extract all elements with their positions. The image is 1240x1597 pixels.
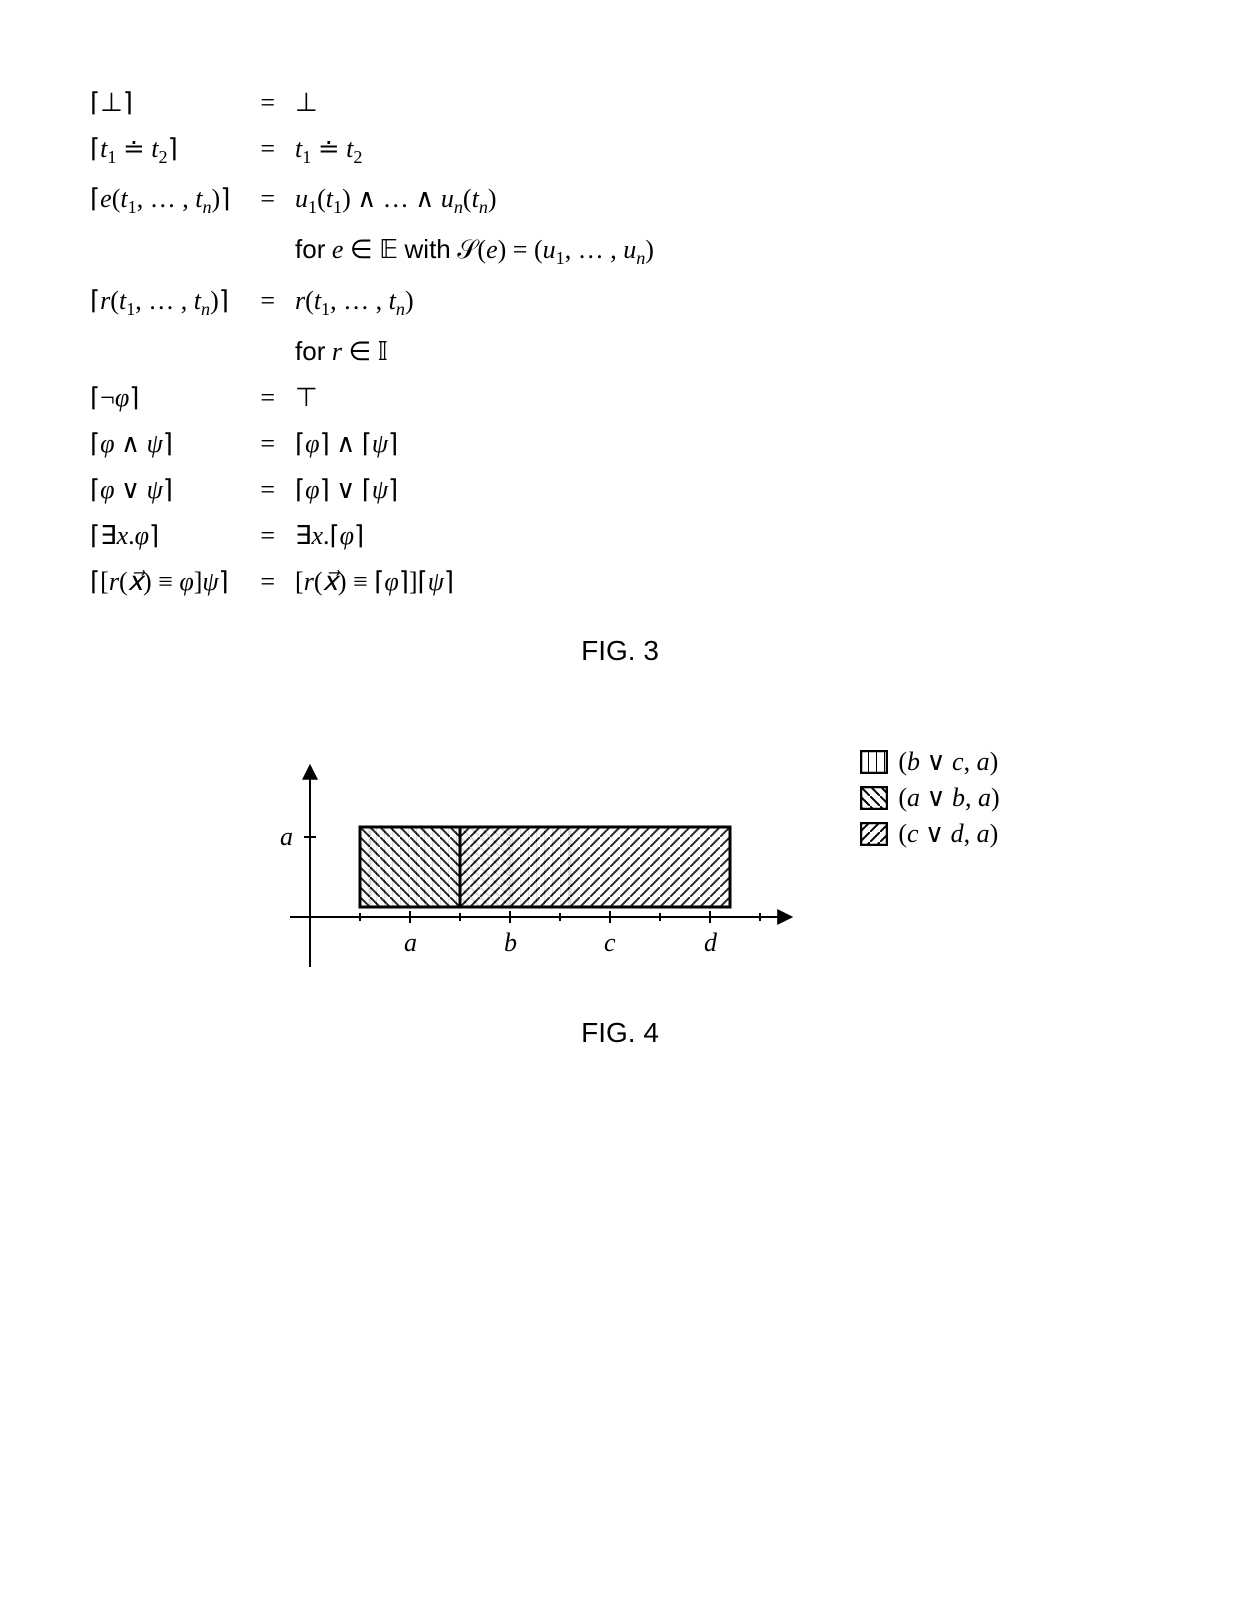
legend-item: (c ∨ d, a): [860, 819, 999, 849]
equation-rhs: ⌈φ⌉ ∨ ⌈ψ⌉: [295, 467, 664, 513]
equals-sign: =: [240, 80, 295, 126]
equation-lhs: ⌈e(t1, … , tn)⌉: [90, 176, 240, 226]
figure-3-caption: FIG. 3: [90, 635, 1150, 667]
equals-sign: =: [240, 467, 295, 513]
chart-svg: a a b c d: [240, 747, 800, 997]
equals-sign: =: [240, 559, 295, 605]
x-tick-label: d: [704, 928, 718, 957]
equation-row: ⌈φ ∨ ψ⌉=⌈φ⌉ ∨ ⌈ψ⌉: [90, 467, 664, 513]
legend: (b ∨ c, a) (a ∨ b, a) (c ∨ d, a): [860, 747, 999, 855]
legend-item: (b ∨ c, a): [860, 747, 999, 777]
figure-4-caption: FIG. 4: [90, 1017, 1150, 1049]
equation-row: ⌈∃x.φ⌉=∃x.⌈φ⌉: [90, 513, 664, 559]
equation-row: ⌈¬φ⌉=⊤: [90, 375, 664, 421]
equation-rhs: ⊥: [295, 80, 664, 126]
y-axis-label: a: [280, 822, 293, 851]
equation-lhs: ⌈∃x.φ⌉: [90, 513, 240, 559]
x-tick-label: c: [604, 928, 616, 957]
equation-row: for r ∈ 𝕀: [90, 328, 664, 375]
legend-label: (b ∨ c, a): [898, 747, 998, 777]
equation-lhs: ⌈t1 ≐ t2⌉: [90, 126, 240, 176]
equation-rhs: [r(x⃗) ≡ ⌈φ⌉]⌈ψ⌉: [295, 559, 664, 605]
x-tick-label: a: [404, 928, 417, 957]
equals-sign: =: [240, 421, 295, 467]
equation-rhs: ⊤: [295, 375, 664, 421]
equation-lhs: ⌈¬φ⌉: [90, 375, 240, 421]
equation-lhs: ⌈⊥⌉: [90, 80, 240, 126]
equation-table: ⌈⊥⌉=⊥⌈t1 ≐ t2⌉=t1 ≐ t2⌈e(t1, … , tn)⌉=u1…: [90, 80, 664, 605]
legend-swatch: [860, 750, 888, 774]
equation-rhs: ∃x.⌈φ⌉: [295, 513, 664, 559]
equation-rhs: u1(t1) ∧ … ∧ un(tn): [295, 176, 664, 226]
legend-swatch: [860, 822, 888, 846]
equals-sign: =: [240, 375, 295, 421]
equation-rhs: ⌈φ⌉ ∧ ⌈ψ⌉: [295, 421, 664, 467]
equation-lhs: [90, 226, 240, 277]
equation-rhs: for e ∈ 𝔼 with 𝒮(e) = (u1, … , un): [295, 226, 664, 277]
equation-lhs: ⌈φ ∧ ψ⌉: [90, 421, 240, 467]
equation-rhs: t1 ≐ t2: [295, 126, 664, 176]
equation-row: for e ∈ 𝔼 with 𝒮(e) = (u1, … , un): [90, 226, 664, 277]
equation-rhs: r(t1, … , tn): [295, 278, 664, 328]
equation-row: ⌈t1 ≐ t2⌉=t1 ≐ t2: [90, 126, 664, 176]
equation-row: ⌈e(t1, … , tn)⌉=u1(t1) ∧ … ∧ un(tn): [90, 176, 664, 226]
equals-sign: [240, 226, 295, 277]
equation-lhs: [90, 328, 240, 375]
equation-rhs: for r ∈ 𝕀: [295, 328, 664, 375]
equation-lhs: ⌈r(t1, … , tn)⌉: [90, 278, 240, 328]
equation-lhs: ⌈φ ∨ ψ⌉: [90, 467, 240, 513]
equation-row: ⌈⊥⌉=⊥: [90, 80, 664, 126]
equation-row: ⌈[r(x⃗) ≡ φ]ψ⌉=[r(x⃗) ≡ ⌈φ⌉]⌈ψ⌉: [90, 559, 664, 605]
legend-label: (c ∨ d, a): [898, 819, 998, 849]
figure-4-chart: a a b c d (b ∨ c, a) (a ∨ b, a) (c ∨ d, a): [90, 747, 1150, 997]
equation-row: ⌈r(t1, … , tn)⌉=r(t1, … , tn): [90, 278, 664, 328]
equals-sign: =: [240, 126, 295, 176]
equals-sign: =: [240, 278, 295, 328]
chart-bar: [460, 827, 730, 907]
equation-row: ⌈φ ∧ ψ⌉=⌈φ⌉ ∧ ⌈ψ⌉: [90, 421, 664, 467]
legend-swatch: [860, 786, 888, 810]
equation-lhs: ⌈[r(x⃗) ≡ φ]ψ⌉: [90, 559, 240, 605]
equals-sign: [240, 328, 295, 375]
x-tick-label: b: [504, 928, 517, 957]
legend-label: (a ∨ b, a): [898, 783, 999, 813]
equals-sign: =: [240, 176, 295, 226]
equals-sign: =: [240, 513, 295, 559]
legend-item: (a ∨ b, a): [860, 783, 999, 813]
